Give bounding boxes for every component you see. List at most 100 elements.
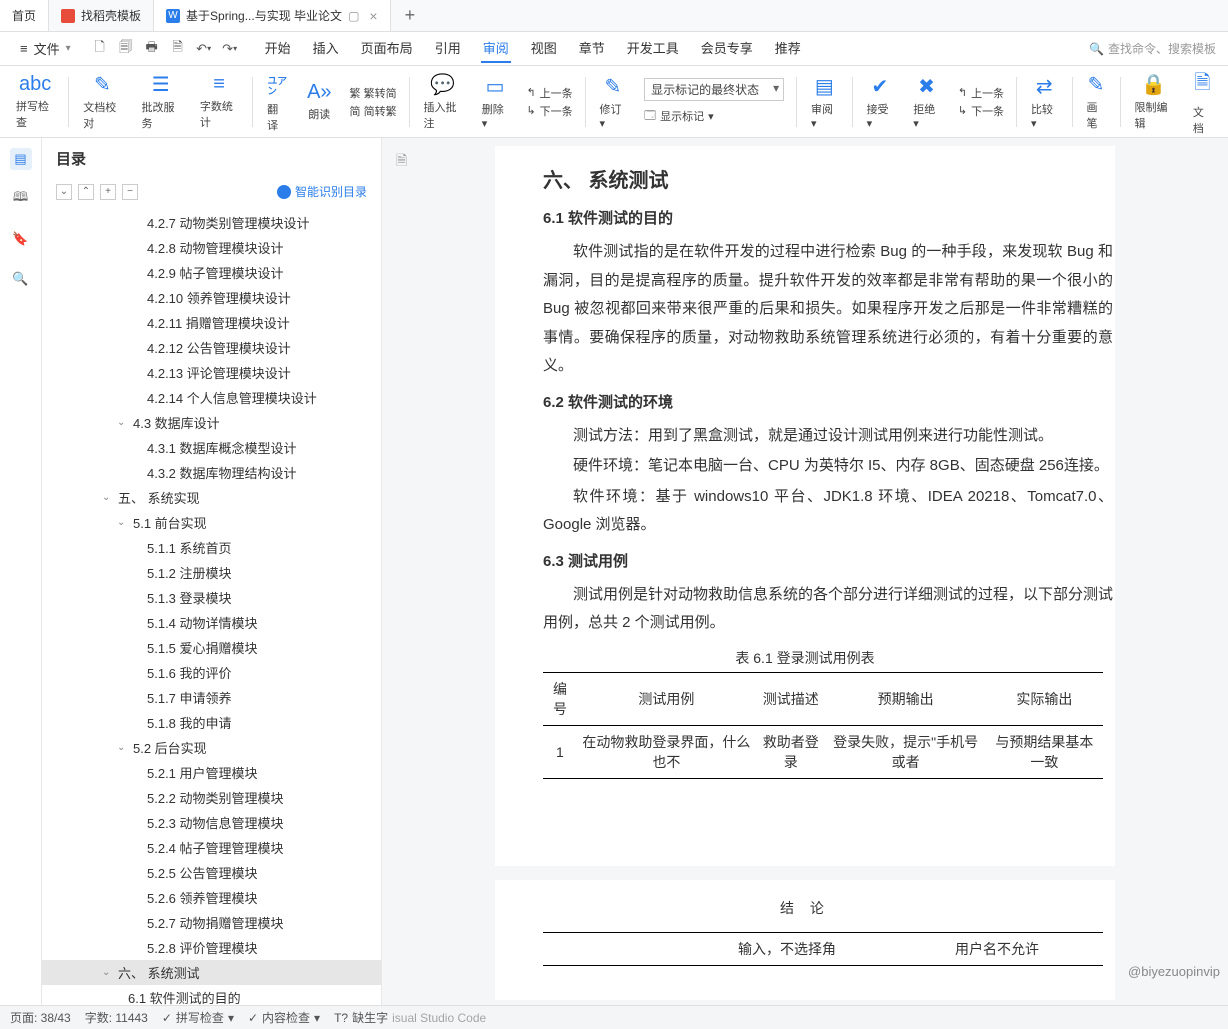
toc-item[interactable]: 5.2.6 领养管理模块 — [42, 885, 381, 910]
toc-item[interactable]: 4.2.14 个人信息管理模块设计 — [42, 385, 381, 410]
wordcount-button[interactable]: ≡字数统计 — [192, 66, 246, 137]
menutab-8[interactable]: 会员专享 — [699, 34, 755, 63]
heading-6-3: 6.3 测试用例 — [543, 550, 1113, 571]
insert-comment-button[interactable]: 💬插入批注 — [415, 66, 469, 137]
revise-button[interactable]: ✎修订 ▾ — [592, 66, 635, 137]
toc-item[interactable]: 4.2.10 领养管理模块设计 — [42, 285, 381, 310]
to-simplified-button[interactable]: 繁 繁转简 — [350, 85, 397, 101]
page-status[interactable]: 页面: 38/43 — [10, 1009, 71, 1026]
translate-button[interactable]: ㍐翻译 — [259, 66, 295, 137]
redo-icon[interactable]: ↷▾ — [221, 40, 239, 58]
smart-toc-button[interactable]: 智能识别目录 — [277, 183, 367, 200]
menutab-3[interactable]: 引用 — [433, 34, 463, 63]
toc-item[interactable]: ⌄5.2 后台实现 — [42, 735, 381, 760]
delete-comment-button[interactable]: ▭删除 ▾ — [474, 66, 517, 137]
toc-item[interactable]: 5.2.8 评价管理模块 — [42, 935, 381, 960]
paragraph: 测试方法：用到了黑盒测试，就是通过设计测试用例来进行功能性测试。 — [543, 422, 1113, 451]
toc-item[interactable]: 5.2.1 用户管理模块 — [42, 760, 381, 785]
saveas-icon[interactable]: 🗐 — [117, 40, 135, 58]
file-menu[interactable]: ≡文件▾ — [12, 39, 79, 58]
toc-icon[interactable]: ▤ — [10, 148, 32, 170]
prev-change-button[interactable]: ↰ 上一条 — [958, 85, 1004, 101]
remove-level-icon[interactable]: − — [122, 184, 138, 200]
menu-tabs: 开始插入页面布局引用审阅视图章节开发工具会员专享推荐 — [263, 34, 803, 63]
add-level-icon[interactable]: + — [100, 184, 116, 200]
toc-item[interactable]: ⌄5.1 前台实现 — [42, 510, 381, 535]
command-search[interactable]: 🔍查找命令、搜索模板 — [1089, 40, 1216, 57]
tab-template[interactable]: 找稻壳模板 — [49, 0, 154, 31]
toc-item[interactable]: 4.2.9 帖子管理模块设计 — [42, 260, 381, 285]
document-viewport[interactable]: 🗎 六、 系统测试 6.1 软件测试的目的 软件测试指的是在软件开发的过程中进行… — [382, 138, 1228, 1007]
collapse-all-icon[interactable]: ⌄ — [56, 184, 72, 200]
markup-mode-dropdown[interactable]: 显示标记的最终状态 — [644, 78, 784, 101]
save-icon[interactable]: 🗋 — [91, 40, 109, 58]
toc-item[interactable]: 4.2.11 捐赠管理模块设计 — [42, 310, 381, 335]
menutab-2[interactable]: 页面布局 — [359, 34, 415, 63]
wordcount-status[interactable]: 字数: 11443 — [85, 1009, 148, 1026]
brush-button[interactable]: ✎画笔 — [1078, 66, 1113, 137]
toc-item[interactable]: 5.1.1 系统首页 — [42, 535, 381, 560]
accept-button[interactable]: ✔接受 ▾ — [859, 66, 902, 137]
toc-item[interactable]: 5.2.2 动物类别管理模块 — [42, 785, 381, 810]
batch-button[interactable]: ☰批改服务 — [134, 66, 188, 137]
toc-item[interactable]: 5.1.4 动物详情模块 — [42, 610, 381, 635]
reject-button[interactable]: ✖拒绝 ▾ — [905, 66, 948, 137]
toc-item[interactable]: 4.2.8 动物管理模块设计 — [42, 235, 381, 260]
undo-icon[interactable]: ↶▾ — [195, 40, 213, 58]
search-panel-icon[interactable]: 🔍 — [10, 268, 32, 290]
toc-item[interactable]: 4.2.12 公告管理模块设计 — [42, 335, 381, 360]
toc-item[interactable]: 6.1 软件测试的目的 — [42, 985, 381, 1007]
toc-item[interactable]: 4.2.13 评论管理模块设计 — [42, 360, 381, 385]
typo-status[interactable]: T? 缺生字isual Studio Code — [334, 1009, 486, 1026]
menutab-6[interactable]: 章节 — [577, 34, 607, 63]
toc-item[interactable]: 5.1.8 我的申请 — [42, 710, 381, 735]
show-markup-button[interactable]: 🗔 显示标记 ▾ — [644, 107, 784, 126]
menutab-7[interactable]: 开发工具 — [625, 34, 681, 63]
menutab-4[interactable]: 审阅 — [481, 34, 511, 63]
main-area: ▤ 🕮 🔖 🔍 目录 ⌄ ⌃ + − 智能识别目录 4.2.7 动物类别管理模块… — [0, 138, 1228, 1007]
restrict-edit-button[interactable]: 🔒限制编辑 — [1127, 66, 1181, 137]
docfix-button[interactable]: 🗎文档 — [1185, 66, 1220, 137]
toc-item[interactable]: 5.2.4 帖子管理管理模块 — [42, 835, 381, 860]
toc-item[interactable]: 5.2.5 公告管理模块 — [42, 860, 381, 885]
toc-item[interactable]: 5.1.3 登录模块 — [42, 585, 381, 610]
spellcheck-button[interactable]: abc拼写检查 — [8, 66, 62, 137]
close-icon[interactable]: × — [369, 8, 377, 24]
tab-home[interactable]: 首页 — [0, 0, 49, 31]
prev-comment-button[interactable]: ↰ 上一条 — [526, 85, 572, 101]
compare-button[interactable]: ⇄比较 ▾ — [1023, 66, 1066, 137]
favorite-icon[interactable]: 🔖 — [10, 228, 32, 250]
toc-item[interactable]: 5.1.5 爱心捐赠模块 — [42, 635, 381, 660]
to-traditional-button[interactable]: 简 简转繁 — [350, 103, 397, 119]
toc-item[interactable]: 4.2.7 动物类别管理模块设计 — [42, 210, 381, 235]
heading-6-2: 6.2 软件测试的环境 — [543, 391, 1113, 412]
contentcheck-status[interactable]: ✓ 内容检查 ▾ — [248, 1009, 320, 1026]
toc-item[interactable]: 5.1.2 注册模块 — [42, 560, 381, 585]
toc-item[interactable]: 5.1.6 我的评价 — [42, 660, 381, 685]
print-icon[interactable]: 🖶 — [143, 40, 161, 58]
toc-item[interactable]: ⌄4.3 数据库设计 — [42, 410, 381, 435]
toc-item[interactable]: 5.2.7 动物捐赠管理模块 — [42, 910, 381, 935]
menutab-1[interactable]: 插入 — [311, 34, 341, 63]
expand-all-icon[interactable]: ⌃ — [78, 184, 94, 200]
doccheck-button[interactable]: ✎文档校对 — [75, 66, 129, 137]
toc-item[interactable]: 5.1.7 申请领养 — [42, 685, 381, 710]
toc-item[interactable]: 4.3.2 数据库物理结构设计 — [42, 460, 381, 485]
menutab-0[interactable]: 开始 — [263, 34, 293, 63]
menutab-5[interactable]: 视图 — [529, 34, 559, 63]
toc-item[interactable]: 4.3.1 数据库概念模型设计 — [42, 435, 381, 460]
preview-icon[interactable]: 🗎 — [169, 40, 187, 58]
tab-add[interactable]: + — [391, 0, 430, 31]
toc-item[interactable]: ⌄五、 系统实现 — [42, 485, 381, 510]
tab-document[interactable]: W基于Spring...与实现 毕业论文▢× — [154, 0, 391, 31]
toc-item[interactable]: 5.2.3 动物信息管理模块 — [42, 810, 381, 835]
bookmark-icon[interactable]: 🕮 — [10, 188, 32, 210]
next-comment-button[interactable]: ↳ 下一条 — [526, 103, 572, 119]
read-button[interactable]: A»朗读 — [299, 66, 339, 137]
hamburger-icon: ≡ — [20, 41, 28, 56]
menutab-9[interactable]: 推荐 — [773, 34, 803, 63]
next-change-button[interactable]: ↳ 下一条 — [958, 103, 1004, 119]
review-pane-button[interactable]: ▤审阅 ▾ — [803, 66, 846, 137]
toc-item[interactable]: ⌄六、 系统测试 — [42, 960, 381, 985]
spellcheck-status[interactable]: ✓ 拼写检查 ▾ — [162, 1009, 234, 1026]
